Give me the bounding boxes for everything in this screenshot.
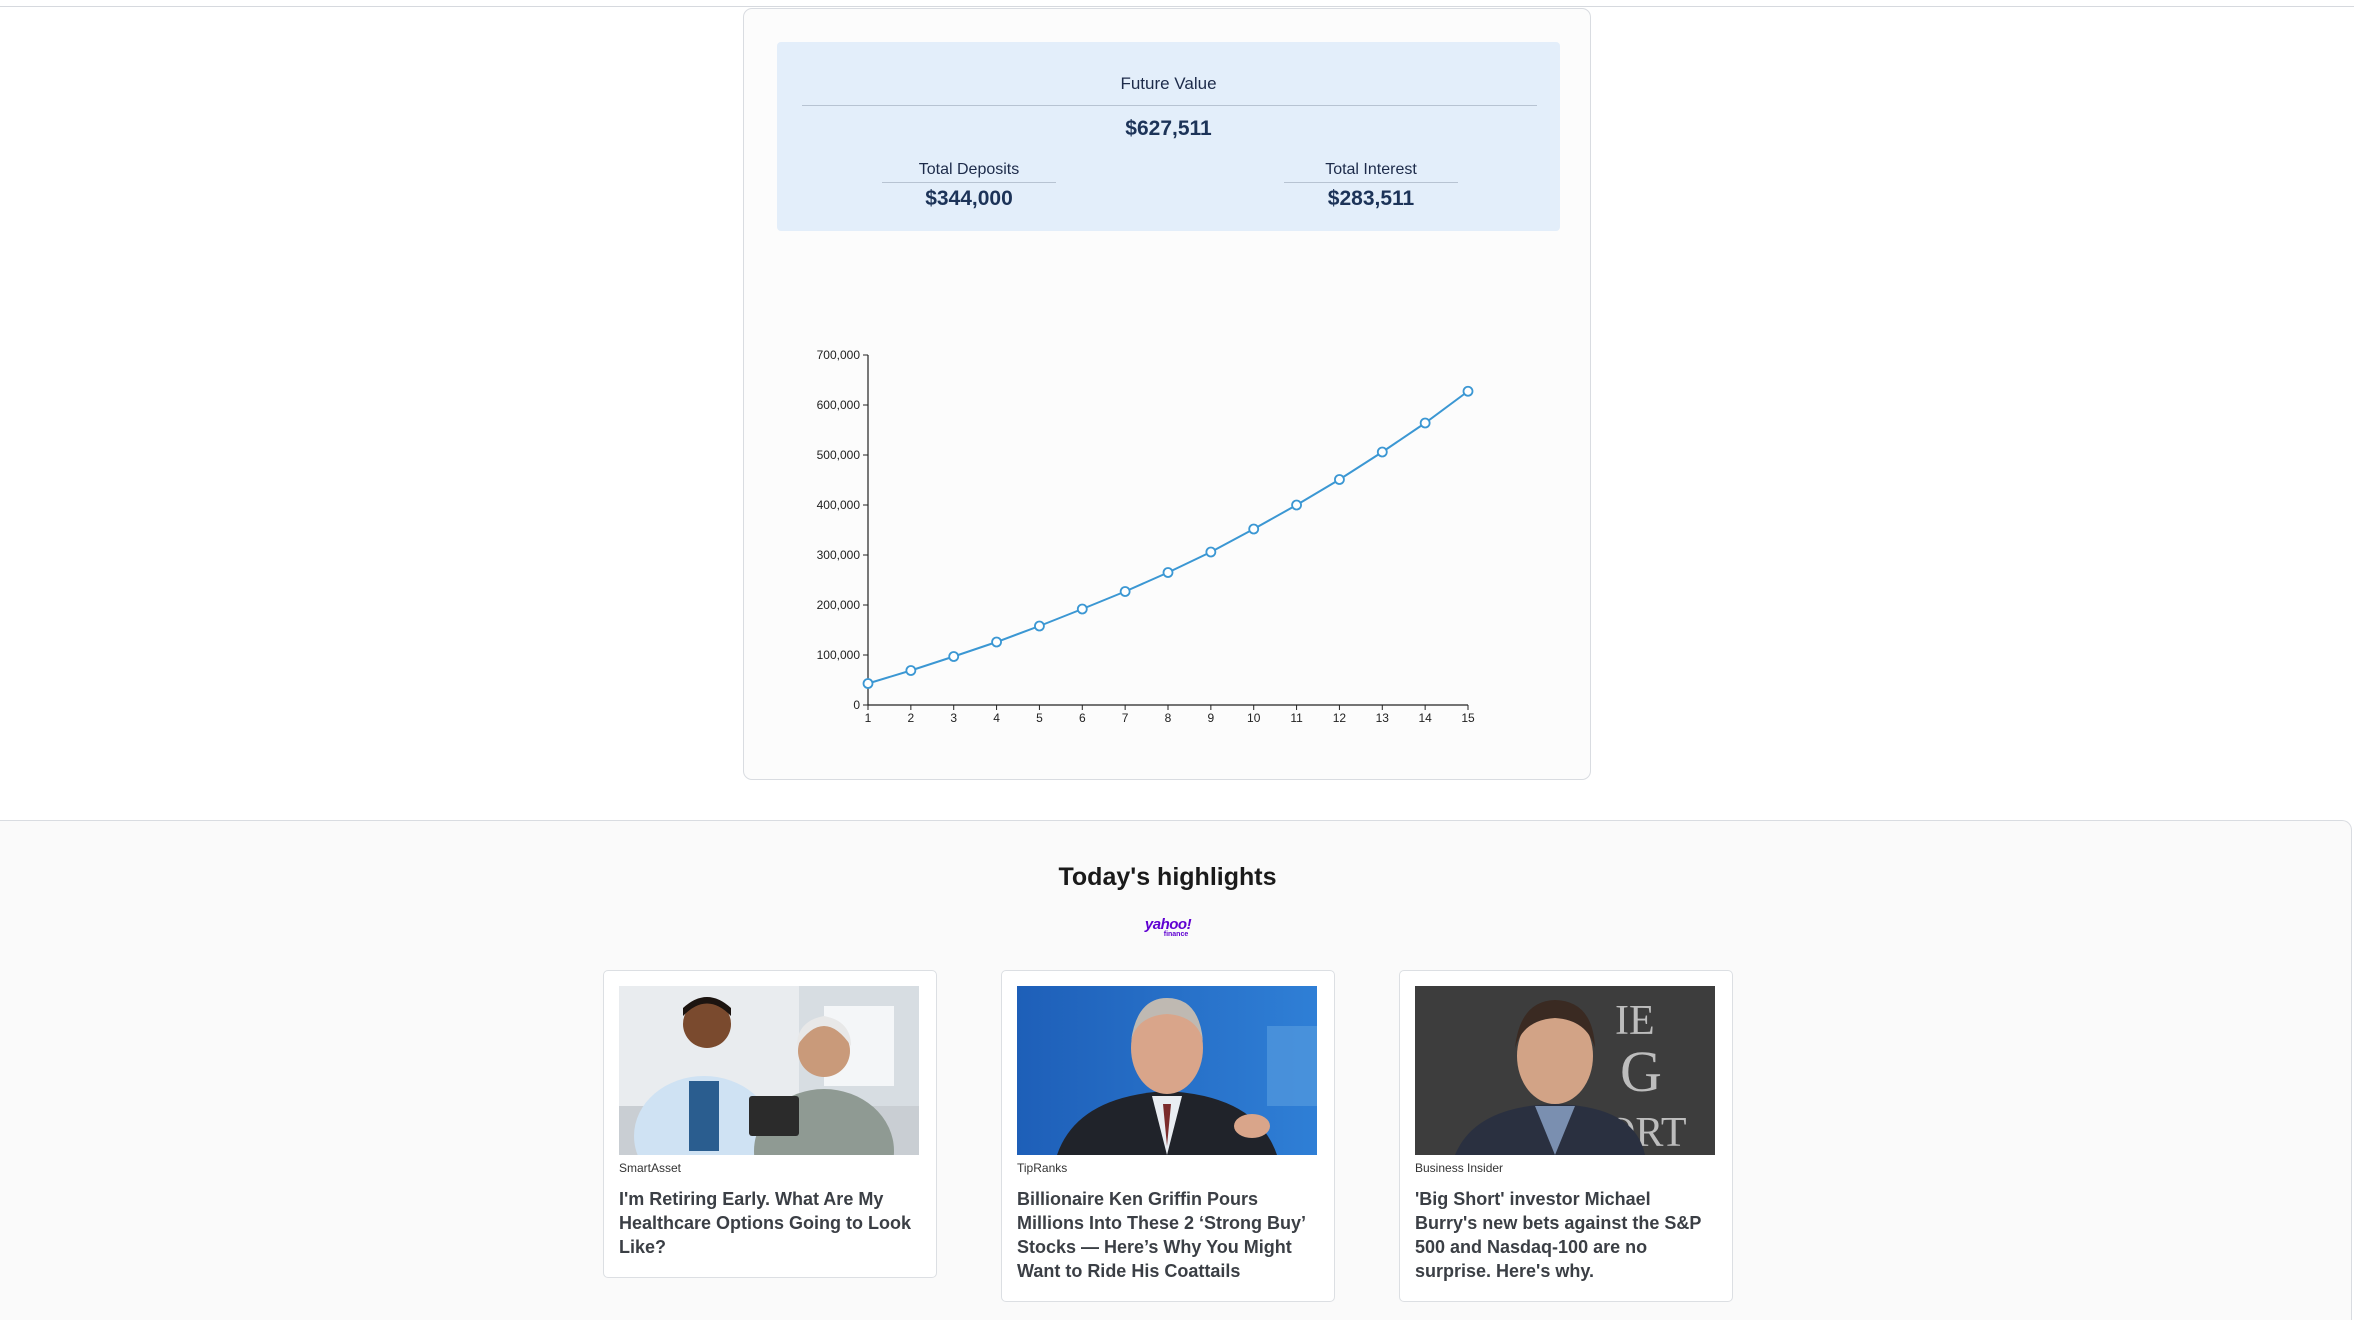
y-tick-label: 200,000 <box>817 598 861 612</box>
highlights-title: Today's highlights <box>1058 863 1277 891</box>
x-tick-label: 4 <box>993 711 1000 725</box>
yahoo-finance-logo[interactable]: yahoo! finance <box>1140 917 1196 941</box>
yahoo-logo-text: yahoo! <box>1144 916 1192 933</box>
data-point <box>1419 417 1431 429</box>
data-point <box>1205 546 1217 558</box>
data-point <box>862 678 874 689</box>
top-divider <box>0 6 2354 7</box>
x-tick-label: 9 <box>1208 711 1215 725</box>
news-thumbnail-1[interactable] <box>619 986 919 1155</box>
y-tick-label: 100,000 <box>817 648 861 662</box>
x-tick-label: 14 <box>1418 711 1432 725</box>
y-tick-label: 700,000 <box>817 348 861 362</box>
growth-line-chart: 0 100,000 200,000 300,000 400,000 500,000 600,… <box>817 348 1475 725</box>
data-point <box>948 651 960 662</box>
y-tick-label: 400,000 <box>817 498 861 512</box>
x-tick-label: 11 <box>1290 711 1303 725</box>
news-source-2: TipRanks <box>1017 1161 1068 1175</box>
data-point <box>1162 567 1174 578</box>
x-tick-label: 3 <box>950 711 957 725</box>
x-tick-label: 15 <box>1461 711 1475 725</box>
x-tick-label: 13 <box>1376 711 1390 725</box>
news-headline-1[interactable]: I'm Retiring Early. What Are My Healthca… <box>619 1187 921 1259</box>
data-point <box>1462 385 1474 397</box>
news-card-3[interactable]: IE G ORT Business Insider 'Big Short' in… <box>1399 970 1733 1302</box>
x-tick-label: 12 <box>1333 711 1347 725</box>
y-tick-label: 0 <box>853 698 860 712</box>
news-card-1[interactable]: SmartAsset I'm Retiring Early. What Are … <box>603 970 937 1278</box>
data-point <box>1376 446 1388 458</box>
data-point <box>905 665 917 676</box>
data-point <box>1076 603 1088 615</box>
news-source-3: Business Insider <box>1415 1161 1504 1175</box>
x-tick-label: 10 <box>1247 711 1261 725</box>
data-point <box>1034 620 1045 632</box>
y-tick-label: 300,000 <box>817 548 861 562</box>
data-point <box>1248 523 1260 535</box>
series-line <box>867 390 1469 685</box>
y-tick-label: 600,000 <box>817 398 861 412</box>
svg-text:IE: IE <box>1615 998 1655 1044</box>
data-point <box>991 636 1002 648</box>
news-card-2[interactable]: TipRanks Billionaire Ken Griffin Pours M… <box>1001 970 1335 1302</box>
svg-text:G: G <box>1620 1039 1662 1104</box>
news-headline-2[interactable]: Billionaire Ken Griffin Pours Millions I… <box>1017 1187 1319 1283</box>
x-tick-label: 5 <box>1036 711 1043 725</box>
x-tick-label: 1 <box>865 711 872 725</box>
x-tick-label: 6 <box>1079 711 1086 725</box>
todays-highlights-section: Today's highlights yahoo! finance SmartA… <box>0 820 2352 1320</box>
x-tick-label: 2 <box>908 711 915 725</box>
news-thumbnail-3[interactable]: IE G ORT <box>1415 986 1715 1155</box>
news-thumbnail-2[interactable] <box>1017 986 1317 1155</box>
data-point <box>1119 586 1131 597</box>
data-point <box>1291 499 1302 511</box>
news-source-1: SmartAsset <box>619 1161 682 1175</box>
x-tick-label: 7 <box>1122 711 1129 725</box>
x-tick-label: 8 <box>1165 711 1172 725</box>
calculator-result-card: Future Value $627,511 Total Deposits $34… <box>743 8 1591 780</box>
y-tick-label: 500,000 <box>817 448 861 462</box>
news-headline-3[interactable]: 'Big Short' investor Michael Burry's new… <box>1415 1187 1717 1283</box>
data-point <box>1334 474 1345 485</box>
